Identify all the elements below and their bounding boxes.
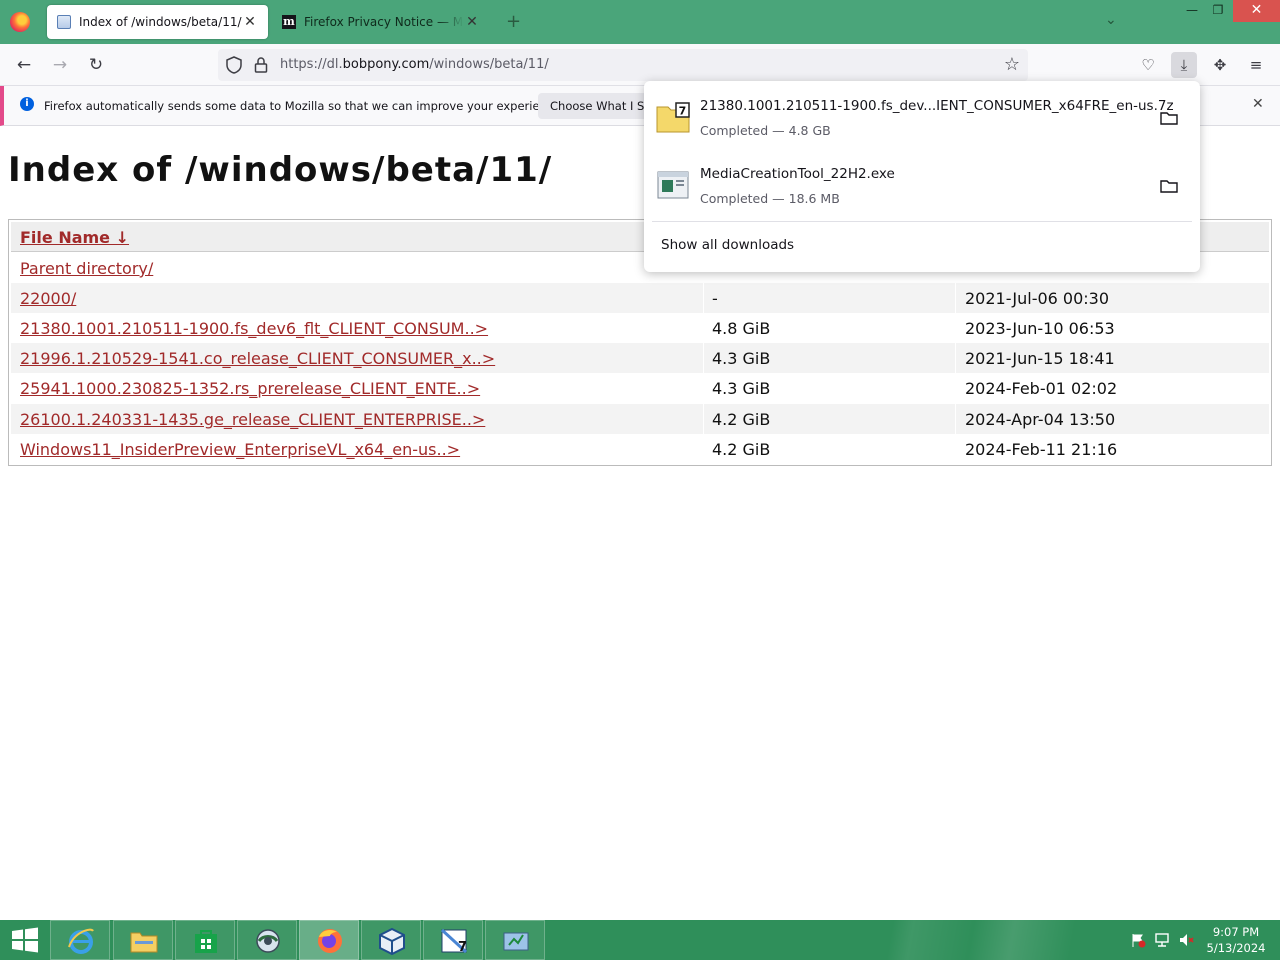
7z-archive-icon: 7 — [656, 102, 690, 133]
show-all-downloads-button[interactable]: Show all downloads — [661, 237, 794, 253]
clock-time: 9:07 PM — [1212, 925, 1260, 939]
table-row: 21996.1.210529-1541.co_release_CLIENT_CO… — [11, 343, 1269, 373]
taskbar-file-explorer[interactable] — [113, 920, 173, 960]
taskbar-virtualbox[interactable] — [361, 920, 421, 960]
7zip-icon: 7 — [440, 928, 467, 955]
taskbar-store[interactable] — [175, 920, 235, 960]
file-link[interactable]: 26100.1.240331-1435.ge_release_CLIENT_EN… — [20, 410, 485, 429]
pocket-icon[interactable]: ♡ — [1135, 52, 1161, 78]
file-size: 4.2 GiB — [712, 410, 771, 429]
virtualbox-icon — [379, 927, 405, 955]
close-tab-icon[interactable]: ✕ — [242, 14, 258, 30]
taskbar-7zip[interactable]: 7 — [423, 920, 483, 960]
url-bar[interactable]: https://dl.bobpony.com/windows/beta/11/ … — [218, 49, 1028, 81]
svg-text:7: 7 — [679, 105, 687, 118]
info-icon: i — [20, 97, 34, 111]
exe-icon — [657, 171, 689, 199]
reload-icon[interactable]: ↻ — [85, 54, 107, 76]
nav-bar: ← → ↻ https://dl.bobpony.com/windows/bet… — [0, 44, 1280, 86]
close-tab-icon[interactable]: ✕ — [464, 14, 480, 30]
notification-message: Firefox automatically sends some data to… — [44, 99, 564, 113]
new-tab-icon[interactable]: + — [506, 11, 521, 32]
tab-strip: Index of /windows/beta/11/ ✕ m Firefox P… — [0, 0, 1280, 44]
file-date: 2024-Feb-11 21:16 — [965, 440, 1118, 459]
page-icon — [57, 15, 71, 29]
file-date: 2024-Feb-01 02:02 — [965, 379, 1118, 398]
extensions-icon[interactable]: ✥ — [1207, 52, 1233, 78]
download-filename: MediaCreationTool_22H2.exe — [700, 166, 895, 182]
file-date: 2024-Apr-04 13:50 — [965, 410, 1116, 429]
file-date: 2021-Jul-06 00:30 — [965, 289, 1110, 308]
tab-privacy-notice[interactable]: m Firefox Privacy Notice — Mozilla ✕ — [272, 5, 490, 39]
list-all-tabs-icon[interactable]: ⌄ — [1105, 12, 1117, 28]
back-icon[interactable]: ← — [13, 54, 35, 76]
file-link[interactable]: 21380.1001.210511-1900.fs_dev6_flt_CLIEN… — [20, 319, 488, 338]
download-item[interactable]: MediaCreationTool_22H2.exe Completed — 1… — [652, 157, 1192, 219]
table-row: Windows11_InsiderPreview_EnterpriseVL_x6… — [11, 434, 1269, 464]
taskbar-globe-app[interactable] — [237, 920, 297, 960]
restore-icon[interactable]: ❐ — [1203, 0, 1233, 22]
download-status: Completed — 18.6 MB — [700, 191, 840, 206]
divider — [652, 221, 1192, 222]
table-row: 26100.1.240331-1435.ge_release_CLIENT_EN… — [11, 404, 1269, 434]
open-folder-icon[interactable] — [1158, 107, 1180, 129]
download-filename: 21380.1001.210511-1900.fs_dev...IENT_CON… — [700, 98, 1174, 114]
table-row: 22000/ - 2021-Jul-06 00:30 — [11, 283, 1269, 313]
file-size: - — [712, 289, 718, 308]
clock-date: 5/13/2024 — [1206, 941, 1266, 955]
globe-app-icon — [256, 929, 280, 953]
sort-by-name-link[interactable]: File Name ↓ — [20, 228, 129, 247]
firefox-icon — [318, 929, 342, 953]
media-creation-tool-icon — [503, 932, 529, 951]
file-link[interactable]: 21996.1.210529-1541.co_release_CLIENT_CO… — [20, 349, 495, 368]
file-link[interactable]: Windows11_InsiderPreview_EnterpriseVL_x6… — [20, 440, 460, 459]
downloads-icon[interactable]: ⤓ — [1171, 52, 1197, 78]
open-folder-icon[interactable] — [1158, 175, 1180, 197]
choose-what-i-share-button[interactable]: Choose What I Share — [538, 93, 658, 119]
taskbar: 7 — [0, 920, 1280, 960]
parent-directory-link[interactable]: Parent directory/ — [20, 259, 153, 278]
file-size: 4.2 GiB — [712, 440, 771, 459]
file-link[interactable]: 22000/ — [20, 289, 76, 308]
forward-icon[interactable]: → — [49, 54, 71, 76]
taskbar-firefox[interactable] — [299, 920, 359, 960]
downloads-panel: 7 21380.1001.210511-1900.fs_dev...IENT_C… — [644, 81, 1200, 272]
tab-index[interactable]: Index of /windows/beta/11/ ✕ — [47, 5, 268, 39]
file-date: 2021-Jun-15 18:41 — [965, 349, 1115, 368]
network-icon[interactable] — [1154, 932, 1170, 948]
tab-title: Index of /windows/beta/11/ — [79, 15, 242, 29]
windows-logo-icon — [12, 927, 38, 953]
file-size: 4.3 GiB — [712, 349, 771, 368]
menu-icon[interactable]: ≡ — [1243, 52, 1269, 78]
tab-title: Firefox Privacy Notice — Mozilla — [304, 15, 464, 29]
taskbar-clock[interactable]: 9:07 PM 5/13/2024 — [1200, 924, 1272, 956]
file-explorer-icon — [130, 932, 158, 953]
table-row: 25941.1000.230825-1352.rs_prerelease_CLI… — [11, 373, 1269, 403]
mozilla-icon: m — [282, 15, 296, 29]
bookmark-star-icon[interactable]: ☆ — [1004, 54, 1020, 75]
start-button[interactable] — [0, 920, 48, 960]
page-title: Index of /windows/beta/11/ — [8, 150, 553, 190]
svg-text:7: 7 — [458, 940, 467, 955]
internet-explorer-icon — [68, 928, 94, 954]
file-link[interactable]: 25941.1000.230825-1352.rs_prerelease_CLI… — [20, 379, 480, 398]
close-notification-icon[interactable]: ✕ — [1252, 96, 1264, 112]
taskbar-media-creation-tool[interactable] — [485, 920, 545, 960]
close-window-icon[interactable]: ✕ — [1233, 0, 1280, 22]
action-center-flag-icon[interactable] — [1130, 932, 1146, 948]
download-item[interactable]: 7 21380.1001.210511-1900.fs_dev...IENT_C… — [652, 89, 1192, 151]
firefox-logo-icon[interactable] — [10, 12, 30, 32]
lock-icon[interactable] — [254, 56, 268, 74]
file-size: 4.3 GiB — [712, 379, 771, 398]
file-size: 4.8 GiB — [712, 319, 771, 338]
download-status: Completed — 4.8 GB — [700, 123, 831, 138]
volume-muted-icon[interactable] — [1178, 932, 1194, 948]
file-date: 2023-Jun-10 06:53 — [965, 319, 1115, 338]
taskbar-internet-explorer[interactable] — [50, 920, 110, 960]
store-icon — [195, 930, 217, 953]
table-row: 21380.1001.210511-1900.fs_dev6_flt_CLIEN… — [11, 313, 1269, 343]
shield-icon[interactable] — [226, 56, 242, 74]
url-text[interactable]: https://dl.bobpony.com/windows/beta/11/ — [280, 57, 549, 72]
